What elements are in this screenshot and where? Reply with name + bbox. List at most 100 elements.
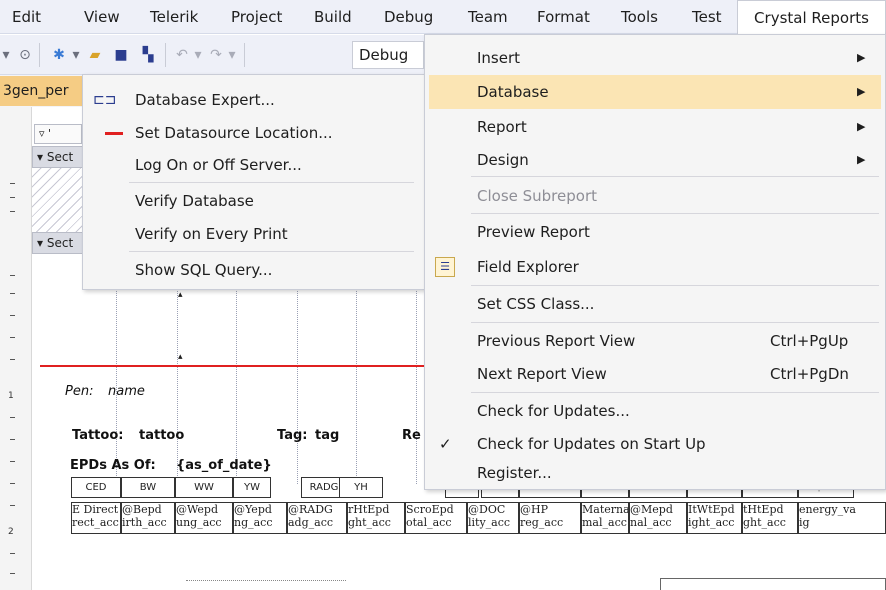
save-all-icon[interactable]: ▚ xyxy=(137,43,159,67)
forward-icon[interactable]: ⊙ xyxy=(14,43,36,67)
menu-separator xyxy=(129,182,414,183)
data-cell[interactable]: @Bepd irth_acc xyxy=(121,502,175,534)
menu-separator xyxy=(471,176,879,177)
header-cell[interactable]: WW xyxy=(175,477,233,498)
menu-bar: Edit View Telerik Project Build Debug Te… xyxy=(0,0,886,35)
menu-item-database[interactable]: Database ▶ xyxy=(429,75,881,109)
data-cell[interactable]: @HP reg_acc xyxy=(519,502,581,534)
save-icon[interactable]: ■ xyxy=(110,43,132,67)
submenu-arrow-icon: ▶ xyxy=(857,85,866,98)
data-cell[interactable]: @RADG adg_acc xyxy=(287,502,347,534)
ruler-mark xyxy=(10,461,15,462)
menu-item-label: Log On or Off Server... xyxy=(135,156,302,174)
header-cell[interactable]: YW xyxy=(233,477,271,498)
menu-project[interactable]: Project xyxy=(231,0,282,34)
epds-label: EPDs As Of: xyxy=(70,458,156,473)
re-label: Re xyxy=(402,428,421,443)
ruler-mark xyxy=(10,211,15,212)
menu-item-show-sql-query[interactable]: Show SQL Query... xyxy=(83,253,424,287)
data-cell[interactable]: ItWtEpd ight_acc xyxy=(687,502,742,534)
section-b-label: Sect xyxy=(46,236,74,250)
menu-item-register[interactable]: Register... xyxy=(425,456,885,490)
header-cell[interactable]: BW xyxy=(121,477,175,498)
menu-item-insert[interactable]: Insert ▶ xyxy=(425,41,885,75)
tattoo-field[interactable]: tattoo xyxy=(139,428,184,443)
undo-dropdown-icon[interactable]: ▾ xyxy=(192,43,204,67)
menu-item-close-subreport[interactable]: Close Subreport xyxy=(425,179,885,213)
section-bar-b[interactable]: ▾ Sect xyxy=(32,232,84,254)
menu-item-verify-database[interactable]: Verify Database xyxy=(83,184,424,218)
data-cell[interactable]: @Mepd nal_acc xyxy=(629,502,687,534)
menu-build[interactable]: Build xyxy=(314,0,352,34)
menu-format[interactable]: Format xyxy=(537,0,590,34)
data-cell-bottom: mal_acc xyxy=(582,516,627,529)
header-cell[interactable]: CED xyxy=(71,477,121,498)
data-cell-top: rHtEpd xyxy=(348,503,390,516)
data-cell[interactable]: ScroEpd otal_acc xyxy=(405,502,467,534)
new-item-icon[interactable]: ✱ xyxy=(48,43,70,67)
data-cell[interactable]: tHtEpd ght_acc xyxy=(742,502,798,534)
as-of-date-field[interactable]: {as_of_date} xyxy=(176,458,272,473)
document-tab[interactable]: 3gen_per xyxy=(0,76,82,106)
menu-edit[interactable]: Edit xyxy=(12,0,41,34)
data-cell[interactable]: @DOC lity_acc xyxy=(467,502,519,534)
menu-item-field-explorer[interactable]: ☰ Field Explorer xyxy=(425,250,885,284)
data-cell-bottom: ght_acc xyxy=(743,516,786,529)
tattoo-label: Tattoo: xyxy=(72,428,124,443)
data-cell[interactable]: @Yepd ng_acc xyxy=(233,502,287,534)
menu-team[interactable]: Team xyxy=(468,0,508,34)
new-item-dropdown-icon[interactable]: ▾ xyxy=(70,43,82,67)
menu-separator xyxy=(471,213,879,214)
menu-item-preview-report[interactable]: Preview Report xyxy=(425,215,885,249)
menu-item-verify-on-every-print[interactable]: Verify on Every Print xyxy=(83,217,424,251)
data-cell-bottom: ng_acc xyxy=(234,516,273,529)
menu-item-set-datasource-location[interactable]: Set Datasource Location... xyxy=(83,116,424,150)
pen-field[interactable]: name xyxy=(108,384,145,399)
data-cell-bottom: rect_acc xyxy=(72,516,119,529)
menu-item-previous-report-view[interactable]: Previous Report View Ctrl+PgUp xyxy=(425,324,885,358)
menu-item-database-expert[interactable]: ⊏⊐ Database Expert... xyxy=(83,83,424,117)
menu-debug[interactable]: Debug xyxy=(384,0,433,34)
database-submenu: ⊏⊐ Database Expert... Set Datasource Loc… xyxy=(82,74,425,290)
vertical-ruler: 1 2 xyxy=(0,107,32,590)
ruler-mark xyxy=(10,483,15,484)
data-cell-top: @HP xyxy=(520,503,548,516)
menu-item-log-on-off-server[interactable]: Log On or Off Server... xyxy=(83,148,424,182)
redo-dropdown-icon[interactable]: ▾ xyxy=(226,43,238,67)
data-cell[interactable]: energy_va ig xyxy=(798,502,886,534)
data-cell[interactable]: E Direct rect_acc xyxy=(71,502,121,534)
data-cell[interactable]: rHtEpd ght_acc xyxy=(347,502,405,534)
menu-tools[interactable]: Tools xyxy=(621,0,658,34)
menu-crystal-reports[interactable]: Crystal Reports xyxy=(737,0,886,35)
menu-item-report[interactable]: Report ▶ xyxy=(425,110,885,144)
data-cell-bottom: ight_acc xyxy=(688,516,735,529)
data-cell-top: ItWtEpd xyxy=(688,503,735,516)
undo-icon[interactable]: ↶ xyxy=(172,43,192,67)
menu-view[interactable]: View xyxy=(84,0,120,34)
section-bar-a[interactable]: ▾ Sect xyxy=(32,146,84,168)
menu-test[interactable]: Test xyxy=(692,0,722,34)
data-cell-top: tHtEpd xyxy=(743,503,784,516)
menu-item-design[interactable]: Design ▶ xyxy=(425,143,885,177)
menu-item-label: Close Subreport xyxy=(477,187,597,205)
menu-item-label: Insert xyxy=(477,49,521,67)
data-cell[interactable]: Maternal mal_acc xyxy=(581,502,629,534)
ruler-mark xyxy=(10,359,15,360)
section-tab[interactable]: ▿ ' xyxy=(34,124,82,144)
redo-icon[interactable]: ↷ xyxy=(206,43,226,67)
suppressed-section-hatch xyxy=(32,168,86,232)
data-cell[interactable]: @Wepd ung_acc xyxy=(175,502,233,534)
menu-item-label: Verify on Every Print xyxy=(135,225,288,243)
toolbar-separator xyxy=(244,43,245,67)
menu-item-check-for-updates[interactable]: Check for Updates... xyxy=(425,394,885,428)
menu-telerik[interactable]: Telerik xyxy=(150,0,198,34)
header-cell[interactable]: YH xyxy=(339,477,383,498)
open-folder-icon[interactable]: ▰ xyxy=(84,43,106,67)
data-cell-top: @Wepd xyxy=(176,503,219,516)
menu-item-next-report-view[interactable]: Next Report View Ctrl+PgDn xyxy=(425,357,885,391)
ruler-mark xyxy=(10,315,15,316)
menu-item-set-css-class[interactable]: Set CSS Class... xyxy=(425,287,885,321)
tag-field[interactable]: tag xyxy=(315,428,339,443)
back-dropdown-icon[interactable]: ▾ xyxy=(0,43,12,67)
solution-configuration-select[interactable]: Debug xyxy=(352,41,424,69)
